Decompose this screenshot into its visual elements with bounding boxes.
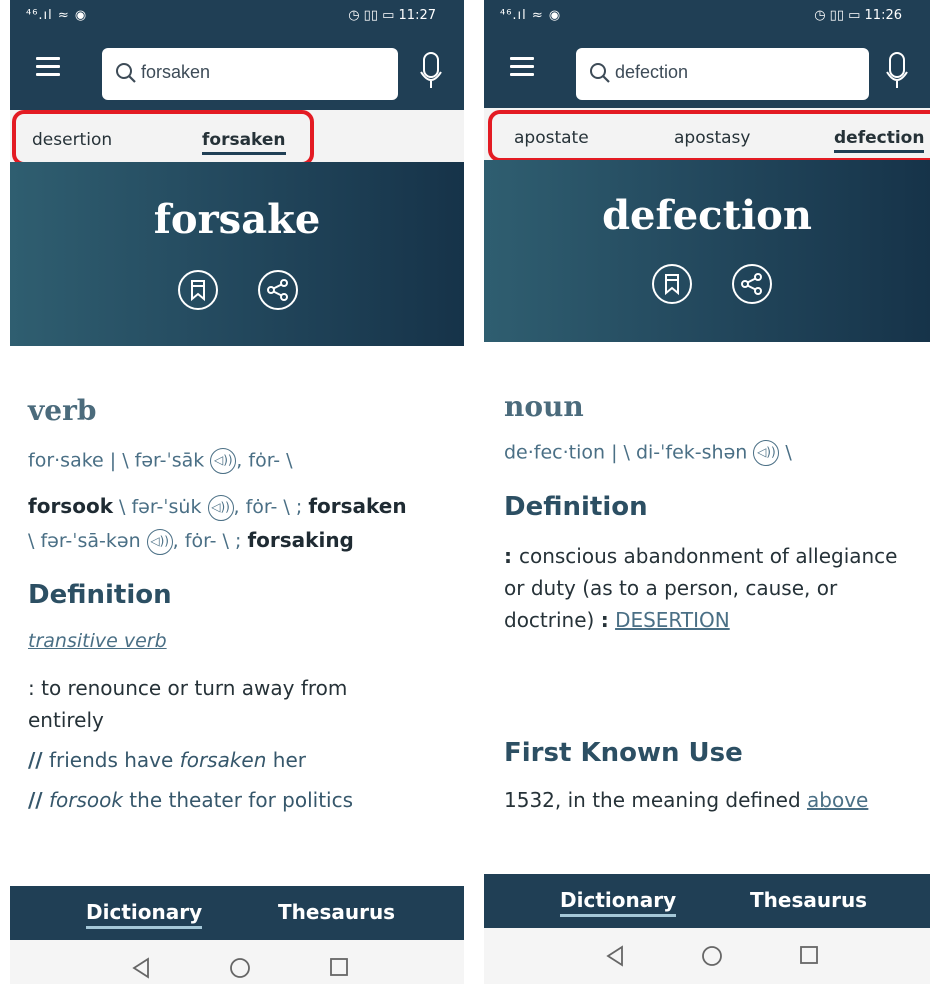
tab-dictionary[interactable]: Dictionary — [560, 888, 677, 917]
form-pp-alt: , fȯr- \ ; — [172, 530, 248, 552]
form-pp: forsaken — [308, 494, 407, 518]
signal-indicators: ⁴⁶.ıl ≈ ◉ — [500, 8, 562, 23]
pronunciation-line: for·sake | \ fər-ˈsāk ◁)), fȯr- \ — [28, 448, 293, 474]
home-icon[interactable] — [700, 944, 724, 968]
definition-text: : to renounce or turn away from entirely — [28, 676, 348, 732]
transitive-verb-label[interactable]: transitive verb — [28, 630, 167, 652]
form-prog: forsaking — [247, 528, 354, 552]
android-nav-bar — [484, 928, 930, 984]
part-of-speech: verb — [28, 394, 97, 427]
definition-header: Definition — [504, 492, 648, 522]
share-icon[interactable] — [732, 264, 772, 304]
above-link[interactable]: above — [807, 788, 868, 812]
right-screenshot: ⁴⁶.ıl ≈ ◉ ◷ ▯▯ ▭ 11:26 defection apostat… — [484, 0, 930, 984]
back-icon[interactable] — [604, 944, 626, 968]
status-right: ◷ ▯▯ ▭ 11:26 — [814, 8, 902, 23]
android-nav-bar — [10, 940, 464, 984]
recents-icon[interactable] — [328, 956, 350, 978]
microphone-icon[interactable] — [886, 52, 908, 90]
app-bar: forsaken — [10, 32, 464, 110]
search-icon — [116, 63, 136, 83]
tab-thesaurus[interactable]: Thesaurus — [750, 888, 867, 912]
pronunciation-line: de·fec·tion | \ di-ˈfek-shən ◁)) \ — [504, 440, 792, 466]
example-mark: // — [28, 788, 43, 812]
status-bar: ⁴⁶.ıl ≈ ◉ ◷ ▯▯ ▭ 11:27 — [10, 0, 464, 32]
example-em: forsaken — [179, 748, 267, 772]
hamburger-menu-icon[interactable] — [36, 57, 60, 77]
example-em: forsook — [48, 788, 123, 812]
definition-header: Definition — [28, 580, 172, 610]
search-box[interactable]: defection — [576, 48, 869, 100]
recents-icon[interactable] — [798, 944, 820, 966]
form-past: forsook — [28, 494, 113, 518]
example-mark: // — [28, 748, 43, 772]
entry-body: noun de·fec·tion | \ di-ˈfek-shən ◁)) \ … — [504, 342, 916, 872]
inflections-line-2: \ fər-ˈsā-kən ◁)), fȯr- \ ; forsaking — [28, 524, 354, 557]
audio-icon[interactable]: ◁)) — [207, 494, 234, 521]
example-post: the theater for politics — [122, 788, 354, 812]
audio-icon[interactable]: ◁)) — [753, 440, 780, 466]
tab-apostasy[interactable]: apostasy — [674, 128, 750, 148]
tab-apostate[interactable]: apostate — [514, 128, 589, 148]
search-icon — [590, 63, 610, 83]
left-screenshot: ⁴⁶.ıl ≈ ◉ ◷ ▯▯ ▭ 11:27 forsaken desertio… — [10, 0, 464, 984]
word-header: defection — [484, 160, 930, 342]
back-icon[interactable] — [130, 956, 152, 980]
example-post: her — [266, 748, 306, 772]
audio-icon[interactable]: ◁)) — [210, 448, 237, 474]
definition-block: : conscious abandonment of allegiance or… — [504, 544, 898, 632]
example-1: // friends have forsaken her — [28, 748, 306, 772]
xref-desertion-link[interactable]: DESERTION — [615, 608, 730, 632]
audio-icon[interactable]: ◁)) — [146, 528, 173, 555]
bottom-tabs: Dictionary Thesaurus — [10, 886, 464, 940]
bookmark-icon[interactable] — [652, 264, 692, 304]
first-known-use-header: First Known Use — [504, 738, 743, 768]
form-past-alt: , fȯr- \ ; — [233, 496, 309, 518]
signal-indicators: ⁴⁶.ıl ≈ ◉ — [26, 8, 88, 23]
status-bar: ⁴⁶.ıl ≈ ◉ ◷ ▯▯ ▭ 11:26 — [484, 0, 930, 32]
part-of-speech: noun — [504, 390, 584, 423]
related-words-tabs: apostate apostasy defection — [484, 108, 930, 160]
home-icon[interactable] — [228, 956, 252, 980]
search-query[interactable]: forsaken — [141, 62, 210, 83]
entry-body: verb for·sake | \ fər-ˈsāk ◁)), fȯr- \ f… — [28, 346, 450, 886]
pron-alt: , fȯr- \ — [236, 449, 293, 472]
microphone-icon[interactable] — [420, 52, 442, 90]
form-pp-pron: \ fər-ˈsā-kən — [28, 530, 147, 552]
app-bar: defection — [484, 32, 930, 108]
tab-forsaken[interactable]: forsaken — [202, 130, 286, 155]
first-use-text: 1532, in the meaning defined — [504, 788, 808, 812]
hamburger-menu-icon[interactable] — [510, 57, 534, 77]
search-query[interactable]: defection — [615, 62, 688, 83]
pronunciation: for·sake | \ fər-ˈsāk — [28, 449, 205, 472]
related-words-tabs: desertion forsaken — [10, 110, 464, 162]
tab-desertion[interactable]: desertion — [32, 130, 112, 150]
bottom-tabs: Dictionary Thesaurus — [484, 874, 930, 928]
example-2: // forsook the theater for politics — [28, 788, 353, 812]
search-box[interactable]: forsaken — [102, 48, 398, 100]
pron-tail: \ — [779, 441, 792, 464]
inflections-line-1: forsook \ fər-ˈsu̇k ◁)), fȯr- \ ; forsak… — [28, 490, 407, 523]
tab-dictionary[interactable]: Dictionary — [86, 900, 203, 929]
status-right: ◷ ▯▯ ▭ 11:27 — [348, 8, 436, 23]
headword: forsake — [153, 196, 321, 243]
bookmark-icon[interactable] — [178, 270, 218, 310]
example-pre: friends have — [42, 748, 180, 772]
headword: defection — [602, 192, 812, 239]
form-past-pron: \ fər-ˈsu̇k — [113, 496, 208, 518]
share-icon[interactable] — [258, 270, 298, 310]
first-known-use-text: 1532, in the meaning defined above — [504, 784, 868, 816]
word-header: forsake — [10, 162, 464, 346]
tab-defection[interactable]: defection — [834, 128, 925, 153]
tab-thesaurus[interactable]: Thesaurus — [278, 900, 395, 924]
pronunciation: de·fec·tion | \ di-ˈfek-shən — [504, 441, 748, 464]
